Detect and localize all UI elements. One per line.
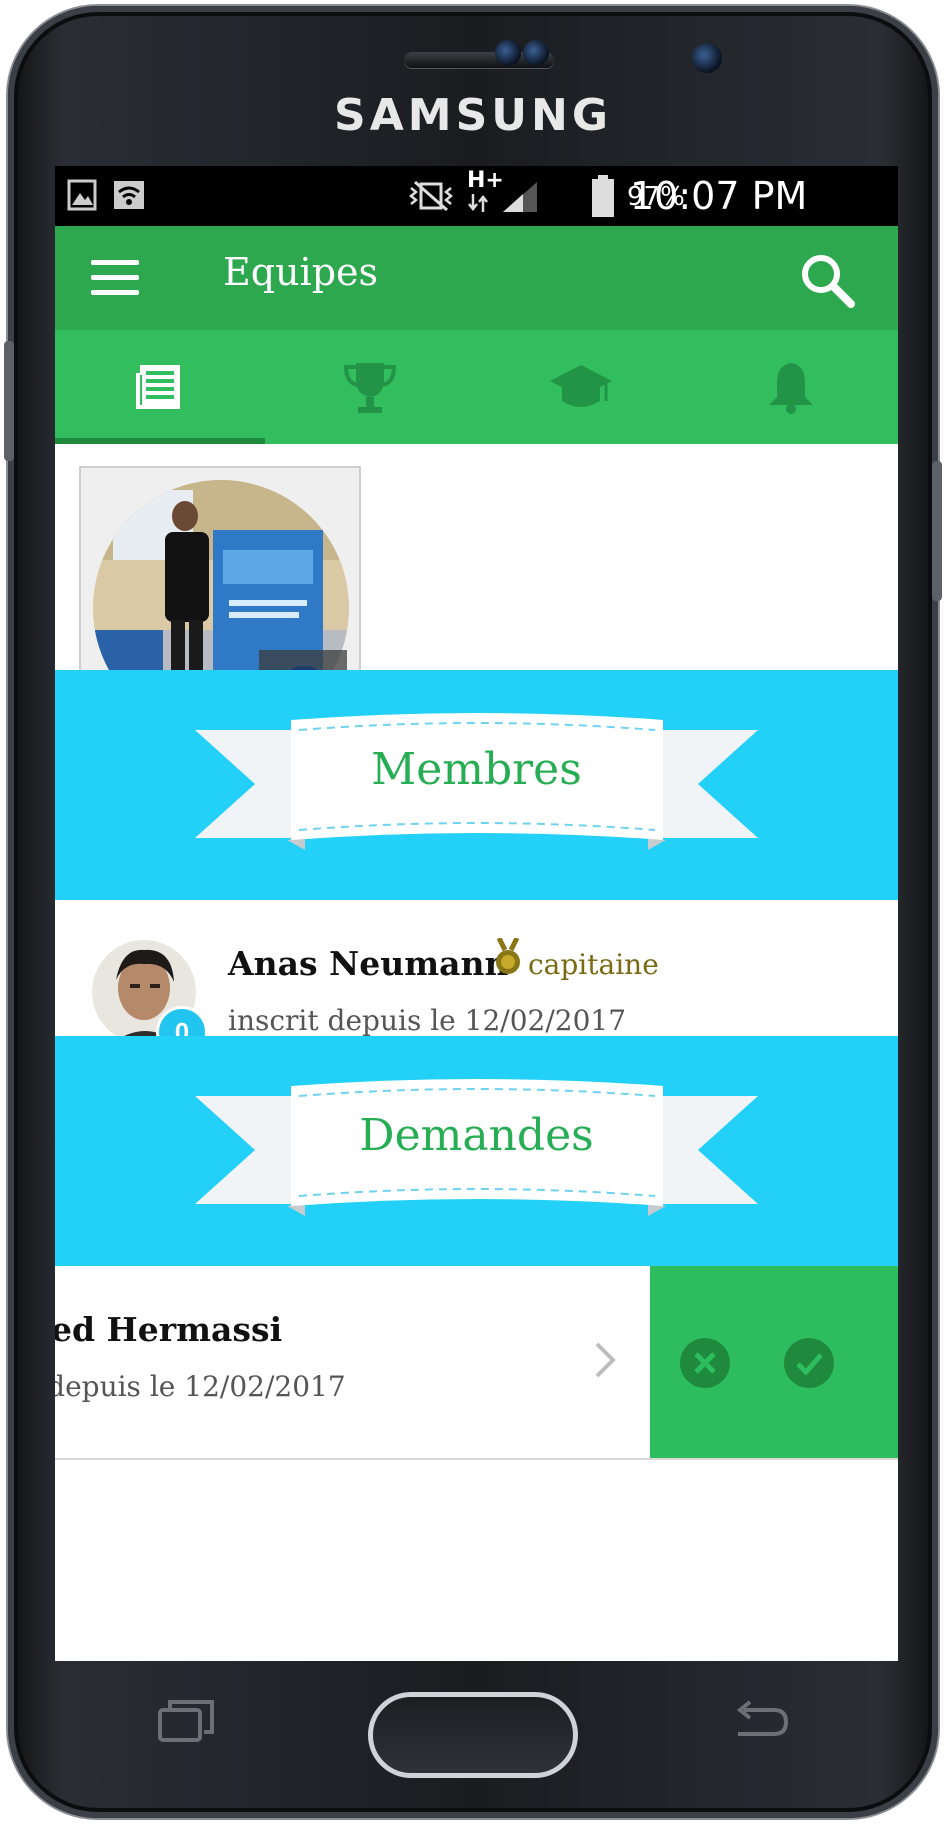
network-type: H+ (467, 168, 504, 193)
requests-section-title: Demandes (359, 1110, 594, 1161)
tab-trophy[interactable] (265, 330, 475, 444)
front-camera (692, 43, 722, 73)
request-list-item[interactable]: ned Hermassi t depuis le 12/02/2017 (55, 1266, 898, 1460)
members-section-title: Membres (371, 744, 582, 795)
signal-icon (503, 182, 537, 212)
tab-bar (55, 330, 898, 444)
member-since: inscrit depuis le 12/02/2017 (228, 1004, 627, 1037)
newspaper-icon (136, 365, 180, 409)
screen: H+ 97% 10:07 PM Equipes Membres 0 Anas N… (55, 166, 898, 1661)
volume-button[interactable] (4, 341, 14, 461)
recent-apps-key-icon[interactable] (156, 1696, 218, 1748)
request-actions (650, 1266, 898, 1458)
clock: 10:07 PM (630, 174, 808, 218)
graduation-cap-icon (550, 365, 612, 407)
vibrate-silent-icon (408, 180, 454, 212)
members-section-banner: Membres (55, 670, 898, 900)
member-role: capitaine (528, 948, 659, 981)
trophy-icon (343, 363, 397, 413)
request-name: ned Hermassi (55, 1310, 283, 1349)
light-sensor (523, 40, 549, 66)
member-name: Anas Neumann (228, 944, 509, 983)
proximity-sensor (495, 40, 521, 66)
tab-news[interactable] (55, 330, 265, 444)
phone-frame: SAMSUNG H+ 97% 10:07 PM Equipes Membres … (4, 6, 942, 1818)
back-key-icon[interactable] (730, 1700, 792, 1746)
tab-notifications[interactable] (686, 330, 896, 444)
reject-button[interactable] (680, 1338, 730, 1388)
app-bar: Equipes (55, 226, 898, 330)
image-icon (67, 179, 97, 211)
page-title: Equipes (223, 250, 379, 294)
device-brand: SAMSUNG (334, 90, 612, 141)
requests-section-banner: Demandes (55, 1036, 898, 1266)
power-button[interactable] (932, 461, 942, 601)
wifi-icon (114, 181, 144, 209)
bell-icon (769, 363, 813, 414)
search-icon[interactable] (797, 250, 857, 310)
check-icon (796, 1353, 823, 1376)
accept-button[interactable] (784, 1338, 834, 1388)
status-bar: H+ 97% 10:07 PM (55, 166, 898, 226)
request-since: t depuis le 12/02/2017 (55, 1370, 346, 1403)
medal-icon (496, 938, 520, 974)
chevron-right-icon[interactable] (593, 1340, 617, 1380)
network-h-plus-icon (468, 194, 488, 212)
home-button[interactable] (368, 1692, 578, 1778)
battery-icon (592, 175, 614, 217)
hamburger-menu-icon[interactable] (91, 260, 139, 296)
tab-education[interactable] (476, 330, 686, 444)
close-icon (694, 1352, 716, 1374)
